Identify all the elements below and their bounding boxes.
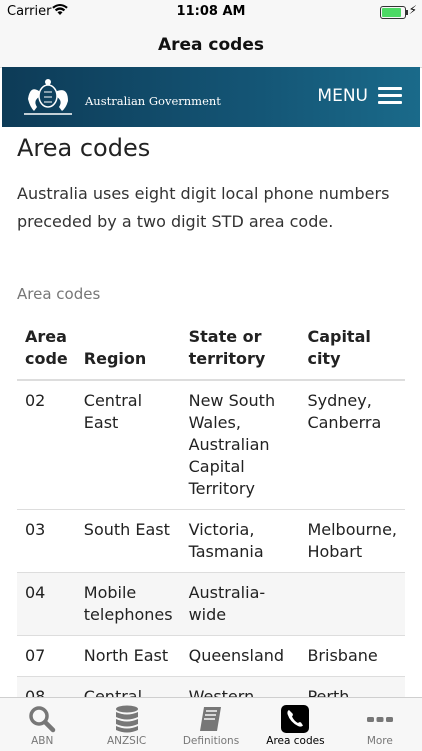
intro-text: Australia uses eight digit local phone n… — [17, 184, 390, 231]
cell-state: New South Wales, Australian Capital Terr… — [180, 380, 300, 510]
menu-button[interactable]: MENU — [317, 86, 402, 106]
book-icon — [200, 707, 222, 731]
tab-label: More — [366, 735, 393, 747]
cell-region: Mobile telephones — [75, 572, 181, 636]
menu-label: MENU — [317, 86, 368, 106]
cell-code: 03 — [17, 509, 76, 573]
table-row: 04 Mobile telephones Australia-wide — [17, 572, 405, 636]
cell-state: Australia-wide — [180, 572, 300, 636]
clock: 11:08 AM — [176, 4, 246, 19]
header-capital-city: Capital city — [299, 318, 405, 381]
cell-city: Melbourne, Hobart — [299, 509, 405, 573]
header-state: State or territory — [180, 318, 300, 381]
page-content: Area codes Australia uses eight digit lo… — [17, 128, 407, 236]
tab-more[interactable]: More — [338, 698, 422, 751]
tab-definitions[interactable]: Definitions — [169, 698, 253, 751]
tab-label: Area codes — [266, 735, 325, 747]
table-row: 07 North East Queensland Brisbane — [17, 635, 405, 677]
tab-label: Definitions — [182, 735, 240, 747]
tab-area-codes[interactable]: Area codes — [253, 698, 337, 751]
nav-title: Area codes — [157, 35, 265, 55]
tab-label: ANZSIC — [106, 735, 147, 747]
table-row: 03 South East Victoria, Tasmania Melbour… — [17, 509, 405, 573]
cell-code: 02 — [17, 380, 76, 510]
area-codes-table: Area code Region State or territory Capi… — [17, 318, 405, 718]
tab-label: ABN — [31, 735, 54, 747]
hamburger-icon — [378, 87, 402, 105]
tab-bar: ABN ANZSIC Definitions Area codes More — [0, 697, 422, 751]
cell-city: Sydney, Canberra — [299, 380, 405, 510]
cell-city: Brisbane — [299, 635, 405, 677]
more-icon — [366, 717, 393, 722]
status-bar: Carrier 11:08 AM ⚡ — [0, 0, 422, 24]
table-caption: Area codes — [17, 285, 101, 303]
tab-anzsic[interactable]: ANZSIC — [84, 698, 168, 751]
cell-region: Central East — [75, 380, 181, 510]
cell-region: South East — [75, 509, 181, 573]
page-title: Area codes — [17, 134, 151, 162]
tab-abn[interactable]: ABN — [0, 698, 84, 751]
cell-code: 04 — [17, 572, 76, 636]
phone-icon — [281, 705, 310, 733]
coat-of-arms-icon — [24, 79, 72, 115]
cell-state: Victoria, Tasmania — [180, 509, 300, 573]
header-region: Region — [75, 318, 181, 381]
navigation-bar: Area codes — [0, 24, 422, 68]
table-row: 02 Central East New South Wales, Austral… — [17, 380, 405, 510]
search-icon — [29, 706, 56, 733]
charging-icon: ⚡ — [408, 3, 417, 17]
table-header-row: Area code Region State or territory Capi… — [17, 318, 405, 381]
cell-state: Queensland — [180, 635, 300, 677]
header-area-code: Area code — [17, 318, 76, 381]
cell-region: North East — [75, 635, 181, 677]
government-name: Australian Government — [85, 94, 221, 108]
battery-icon — [380, 6, 408, 19]
database-icon — [115, 705, 138, 733]
cell-city — [299, 572, 405, 636]
cell-code: 07 — [17, 635, 76, 677]
government-banner: Australian Government MENU — [2, 67, 420, 127]
